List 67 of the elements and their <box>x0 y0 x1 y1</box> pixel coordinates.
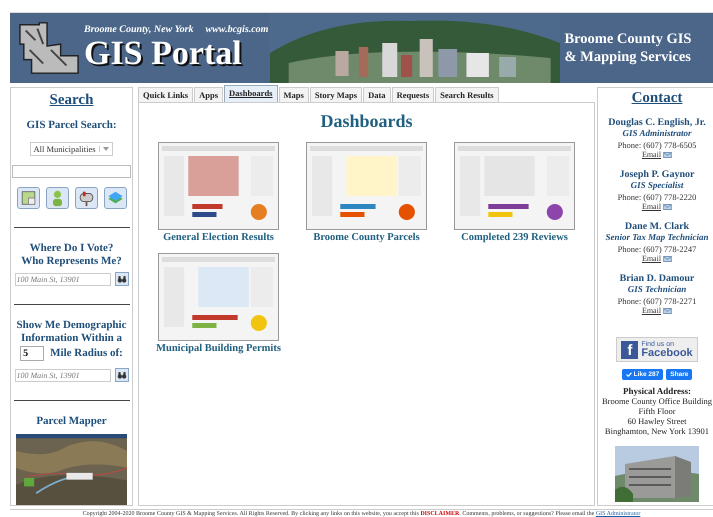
check-icon <box>626 372 632 377</box>
dashboard-link[interactable]: General Election Results <box>163 232 274 243</box>
tab[interactable]: Requests <box>392 87 434 102</box>
phone-number: Phone: (607) 778-2220 <box>618 192 696 202</box>
vote-heading: Where Do I Vote? Who Represents Me? <box>21 242 122 268</box>
address-field[interactable]: 100 Main St, 13901 <box>14 272 110 286</box>
tab[interactable]: Story Maps <box>310 87 362 102</box>
county-name: Broome County, New York <box>84 24 194 34</box>
contact-role: Senior Tax Map Technician <box>605 232 709 242</box>
phone-number: Phone: (607) 778-2271 <box>618 296 696 306</box>
municipality-select[interactable]: All Municipalities <box>30 142 113 156</box>
address-line: Fifth Floor <box>638 406 676 416</box>
parcel-search-label: GIS Parcel Search: <box>26 119 117 132</box>
site-url: www.bcgis.com <box>205 24 268 34</box>
contact-name: Joseph P. Gaynor <box>620 169 694 180</box>
address-line: Broome County Office Building <box>602 396 712 406</box>
tab[interactable]: Quick Links <box>138 87 194 102</box>
phone-number: Phone: (607) 778-6505 <box>618 140 696 150</box>
email-link[interactable]: Email <box>642 202 662 211</box>
binoculars-icon <box>116 370 126 380</box>
parcel-mapper-title: Parcel Mapper <box>36 415 107 428</box>
email-link[interactable]: Email <box>642 306 662 315</box>
portal-title: GIS Portal <box>84 34 243 72</box>
contact-name: Brian D. Damour <box>620 273 694 284</box>
email-link[interactable]: Email <box>642 150 662 159</box>
tab[interactable]: Apps <box>194 87 224 102</box>
tab[interactable]: Data <box>363 87 391 102</box>
tab[interactable]: Dashboards <box>224 85 278 102</box>
demographic-heading: Show Me Demographic Information Within a <box>16 319 128 345</box>
binoculars-icon <box>116 274 126 284</box>
caret-icon <box>98 146 110 152</box>
envelope-icon <box>663 256 672 262</box>
tab[interactable]: Search Results <box>435 87 499 102</box>
contact-role: GIS Administrator <box>622 128 692 138</box>
facebook-logo: f <box>621 340 638 358</box>
contact-role: GIS Specialist <box>630 180 684 190</box>
address-heading: Physical Address: <box>622 386 692 396</box>
dashboard-link[interactable]: Municipal Building Permits <box>156 343 281 354</box>
mailbox-button[interactable] <box>74 187 98 209</box>
phone-number: Phone: (607) 778-2247 <box>618 244 696 254</box>
contact-name: Douglas C. English, Jr. <box>608 117 706 128</box>
agency-name: & Mapping Services <box>564 48 692 66</box>
dashboards-heading: Dashboards <box>320 111 413 132</box>
envelope-icon <box>663 152 672 158</box>
envelope-icon <box>663 204 672 210</box>
address-line: 60 Hawley Street <box>627 416 686 426</box>
address-line: Binghamton, New York 13901 <box>604 426 710 436</box>
map-button[interactable] <box>16 187 40 209</box>
dashboard-link[interactable]: Broome County Parcels <box>313 232 420 243</box>
contact-heading[interactable]: Contact <box>632 90 682 107</box>
county-map-icon <box>18 20 80 76</box>
binoculars-button[interactable] <box>114 368 128 382</box>
address-field[interactable]: 100 Main St, 13901 <box>14 368 110 382</box>
contact-name: Dane M. Clark <box>624 221 690 232</box>
envelope-icon <box>663 308 672 314</box>
contact-role: GIS Technician <box>628 284 686 294</box>
radius-label: Mile Radius of: <box>50 347 123 360</box>
parcel-search-field[interactable] <box>12 165 131 178</box>
email-link[interactable]: Email <box>642 254 662 263</box>
radius-field[interactable]: 5 <box>20 346 44 361</box>
tab[interactable]: Maps <box>278 87 309 102</box>
dashboard-link[interactable]: Completed 239 Reviews <box>461 232 568 243</box>
search-heading[interactable]: Search <box>50 92 94 109</box>
person-button[interactable] <box>46 187 68 209</box>
agency-name: Broome County GIS <box>564 30 692 48</box>
layers-button[interactable] <box>104 187 126 209</box>
binoculars-button[interactable] <box>114 272 128 286</box>
